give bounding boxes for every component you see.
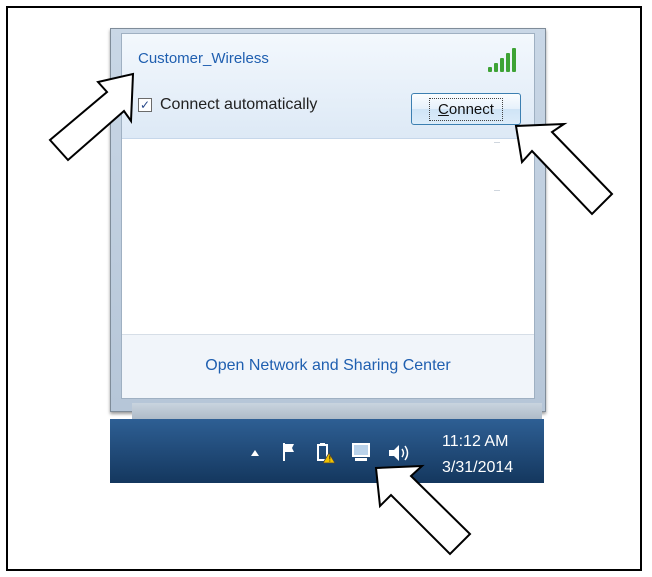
connect-automatically-checkbox[interactable]: ✓ bbox=[138, 98, 152, 112]
taskbar: ! 11:12 AM 3/31/2014 bbox=[110, 419, 544, 483]
connect-automatically-option[interactable]: ✓ Connect automatically bbox=[138, 96, 317, 114]
annotation-arrow-network-name bbox=[48, 72, 135, 162]
open-network-sharing-center-link[interactable]: Open Network and Sharing Center bbox=[122, 357, 534, 375]
clock-time[interactable]: 11:12 AM bbox=[442, 433, 508, 451]
connect-automatically-label: Connect automatically bbox=[160, 96, 318, 113]
background-window-strip bbox=[132, 403, 542, 419]
divider bbox=[494, 142, 500, 143]
network-flyout: Customer_Wireless ✓ Connect automaticall… bbox=[110, 28, 546, 412]
power-warning-icon[interactable]: ! bbox=[314, 441, 338, 465]
flyout-content: Customer_Wireless ✓ Connect automaticall… bbox=[121, 33, 535, 399]
network-name: Customer_Wireless bbox=[138, 50, 269, 67]
connect-label-rest: onnect bbox=[448, 100, 494, 118]
network-list-item[interactable]: Customer_Wireless ✓ Connect automaticall… bbox=[122, 34, 534, 139]
connect-button-label: Connect bbox=[429, 97, 503, 121]
svg-text:!: ! bbox=[328, 455, 331, 464]
connect-mnemonic: C bbox=[438, 100, 449, 118]
action-center-flag-icon[interactable] bbox=[280, 441, 300, 463]
annotation-arrow-connect-button bbox=[514, 122, 614, 216]
annotation-arrow-network-icon bbox=[374, 464, 472, 556]
connect-button[interactable]: Connect bbox=[411, 93, 521, 125]
show-hidden-icons-arrow[interactable] bbox=[250, 449, 260, 457]
flyout-footer: Open Network and Sharing Center bbox=[122, 335, 534, 398]
wifi-signal-strength-icon bbox=[488, 48, 518, 72]
divider bbox=[494, 190, 500, 191]
